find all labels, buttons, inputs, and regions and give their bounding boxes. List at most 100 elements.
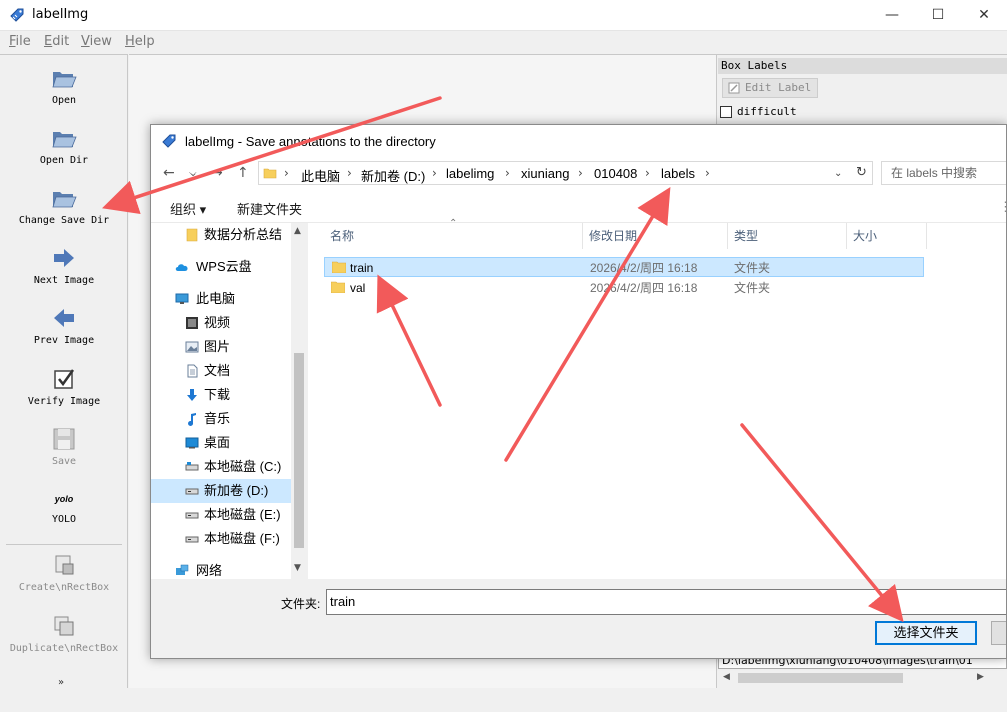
address-dropdown-icon[interactable]: ⌄ [834, 168, 842, 179]
tool-label: Create\nRectBox [18, 582, 110, 593]
navigation-scrollbar[interactable]: ▲ ▼ [291, 223, 308, 579]
breadcrumb-drive-d[interactable]: 新加卷 (D:) [361, 166, 425, 185]
scroll-right-icon[interactable]: ▶ [977, 672, 984, 682]
picture-icon [185, 341, 199, 353]
window-title: labelImg [32, 7, 89, 22]
up-arrow-icon[interactable]: ↑ [237, 165, 249, 181]
open-dir-button[interactable]: Open Dir [0, 125, 128, 166]
close-button[interactable]: ✕ [961, 0, 1007, 31]
menu-edit[interactable]: Edit [44, 34, 69, 49]
toolbar-expand-icon[interactable]: » [58, 677, 64, 688]
nav-item-label: 图片 [204, 339, 231, 354]
nav-item-analysis-folder[interactable]: 数据分析总结 [151, 223, 308, 247]
column-header-size[interactable]: 大小 [847, 223, 927, 249]
new-folder-button[interactable]: 新建文件夹 [237, 199, 302, 218]
nav-item-desktop[interactable]: 桌面 [151, 431, 308, 455]
file-type: 文件夹 [734, 261, 771, 275]
floppy-disk-icon [53, 428, 75, 450]
open-button[interactable]: Open [0, 65, 128, 106]
nav-item-label: 本地磁盘 (E:) [204, 507, 281, 522]
column-header-type[interactable]: 类型 [728, 223, 847, 249]
yolo-format-button[interactable]: yolo YOLO [0, 492, 128, 525]
pencil-icon [728, 82, 740, 94]
breadcrumb-labels[interactable]: labels [661, 166, 695, 181]
breadcrumb-010408[interactable]: 010408 [594, 166, 637, 181]
nav-item-label: 下载 [204, 387, 231, 402]
folder-open-icon [52, 132, 77, 148]
tool-label: YOLO [51, 514, 77, 525]
folder-icon [331, 281, 345, 293]
scrollbar-thumb[interactable] [294, 353, 304, 548]
document-icon [187, 364, 198, 378]
nav-item-label: 桌面 [204, 435, 231, 450]
breadcrumb-separator: › [705, 166, 710, 180]
scroll-down-icon[interactable]: ▼ [294, 563, 301, 573]
breadcrumb-separator: › [505, 166, 510, 180]
file-row-train[interactable]: train 2026/4/2/周四 16:18 文件夹 [324, 257, 924, 277]
duplicate-rectbox-button[interactable]: Duplicate\nRectBox [0, 613, 128, 654]
scrollbar-thumb[interactable] [738, 673, 903, 683]
tool-label: Next Image [33, 275, 95, 286]
nav-item-pictures[interactable]: 图片 [151, 335, 308, 359]
scroll-up-icon[interactable]: ▲ [294, 226, 301, 236]
edit-label-button[interactable]: Edit Label [722, 78, 818, 98]
save-button[interactable]: Save [0, 426, 128, 467]
nav-item-videos[interactable]: 视频 [151, 311, 308, 335]
folder-open-icon [52, 192, 77, 208]
breadcrumb-this-pc[interactable]: 此电脑 [301, 166, 340, 185]
column-header-date[interactable]: 修改日期 [583, 223, 728, 249]
edit-label-text: Edit Label [745, 81, 812, 94]
file-row-val[interactable]: val 2026/4/2/周四 16:18 文件夹 [324, 278, 924, 298]
search-input[interactable]: 在 labels 中搜索 [881, 161, 1006, 185]
recent-locations-icon[interactable]: ⌄ [189, 168, 197, 179]
next-image-button[interactable]: Next Image [0, 245, 128, 286]
back-arrow-icon[interactable]: ← [163, 165, 175, 181]
breadcrumb-xiuniang[interactable]: xiuniang [521, 166, 569, 181]
breadcrumb-separator: › [284, 166, 289, 180]
menu-view[interactable]: View [81, 34, 112, 49]
nav-item-drive-f[interactable]: 本地磁盘 (F:) [151, 527, 308, 551]
select-folder-button[interactable]: 选择文件夹 [875, 621, 977, 645]
forward-arrow-icon[interactable]: → [211, 165, 223, 181]
create-rectbox-button[interactable]: Create\nRectBox [0, 552, 128, 593]
organize-menu[interactable]: 组织 ▾ [170, 199, 206, 218]
tag-icon [162, 134, 176, 148]
nav-item-drive-d[interactable]: 新加卷 (D:) [151, 479, 308, 503]
difficult-checkbox[interactable] [720, 106, 732, 118]
nav-item-wps-cloud[interactable]: WPS云盘 [151, 255, 308, 279]
breadcrumb-separator: › [578, 166, 583, 180]
folder-icon [332, 261, 346, 273]
breadcrumb-separator: › [432, 166, 437, 180]
nav-item-drive-c[interactable]: 本地磁盘 (C:) [151, 455, 308, 479]
arrow-left-icon [54, 309, 74, 327]
change-save-dir-button[interactable]: Change Save Dir [0, 185, 128, 226]
folder-name-input[interactable]: train [326, 589, 1006, 615]
verify-image-button[interactable]: Verify Image [0, 366, 128, 407]
breadcrumb-labelimg[interactable]: labelimg [446, 166, 494, 181]
nav-item-documents[interactable]: 文档 [151, 359, 308, 383]
prev-image-button[interactable]: Prev Image [0, 305, 128, 346]
refresh-button[interactable]: ↻ [851, 161, 873, 185]
scroll-left-icon[interactable]: ◀ [723, 672, 730, 682]
minimize-button[interactable]: — [869, 0, 915, 31]
menu-file[interactable]: File [9, 34, 31, 49]
nav-item-downloads[interactable]: 下载 [151, 383, 308, 407]
refresh-icon: ↻ [856, 165, 867, 180]
tool-label: Change Save Dir [18, 215, 110, 226]
maximize-button[interactable]: ☐ [915, 0, 961, 31]
navigation-pane: 数据分析总结 WPS云盘 此电脑 视频 图片 文档 下载 音乐 桌面 本地磁盘 … [151, 223, 308, 579]
tool-label: Open [51, 95, 77, 106]
nav-item-this-pc[interactable]: 此电脑 [151, 287, 308, 311]
folder-icon [263, 168, 277, 179]
menu-help[interactable]: Help [125, 34, 155, 49]
cancel-button[interactable] [991, 621, 1006, 645]
tag-icon [10, 8, 24, 22]
nav-item-drive-e[interactable]: 本地磁盘 (E:) [151, 503, 308, 527]
nav-item-music[interactable]: 音乐 [151, 407, 308, 431]
nav-item-label: 本地磁盘 (F:) [204, 531, 280, 546]
horizontal-scrollbar[interactable]: ◀ ▶ [718, 670, 1007, 686]
column-header-name[interactable]: 名称 [324, 223, 583, 249]
address-bar[interactable]: › 此电脑 › 新加卷 (D:) › labelimg › xiuniang ›… [258, 161, 868, 185]
view-options-icon[interactable]: ⋮ [999, 199, 1006, 215]
tool-label: Prev Image [33, 335, 95, 346]
